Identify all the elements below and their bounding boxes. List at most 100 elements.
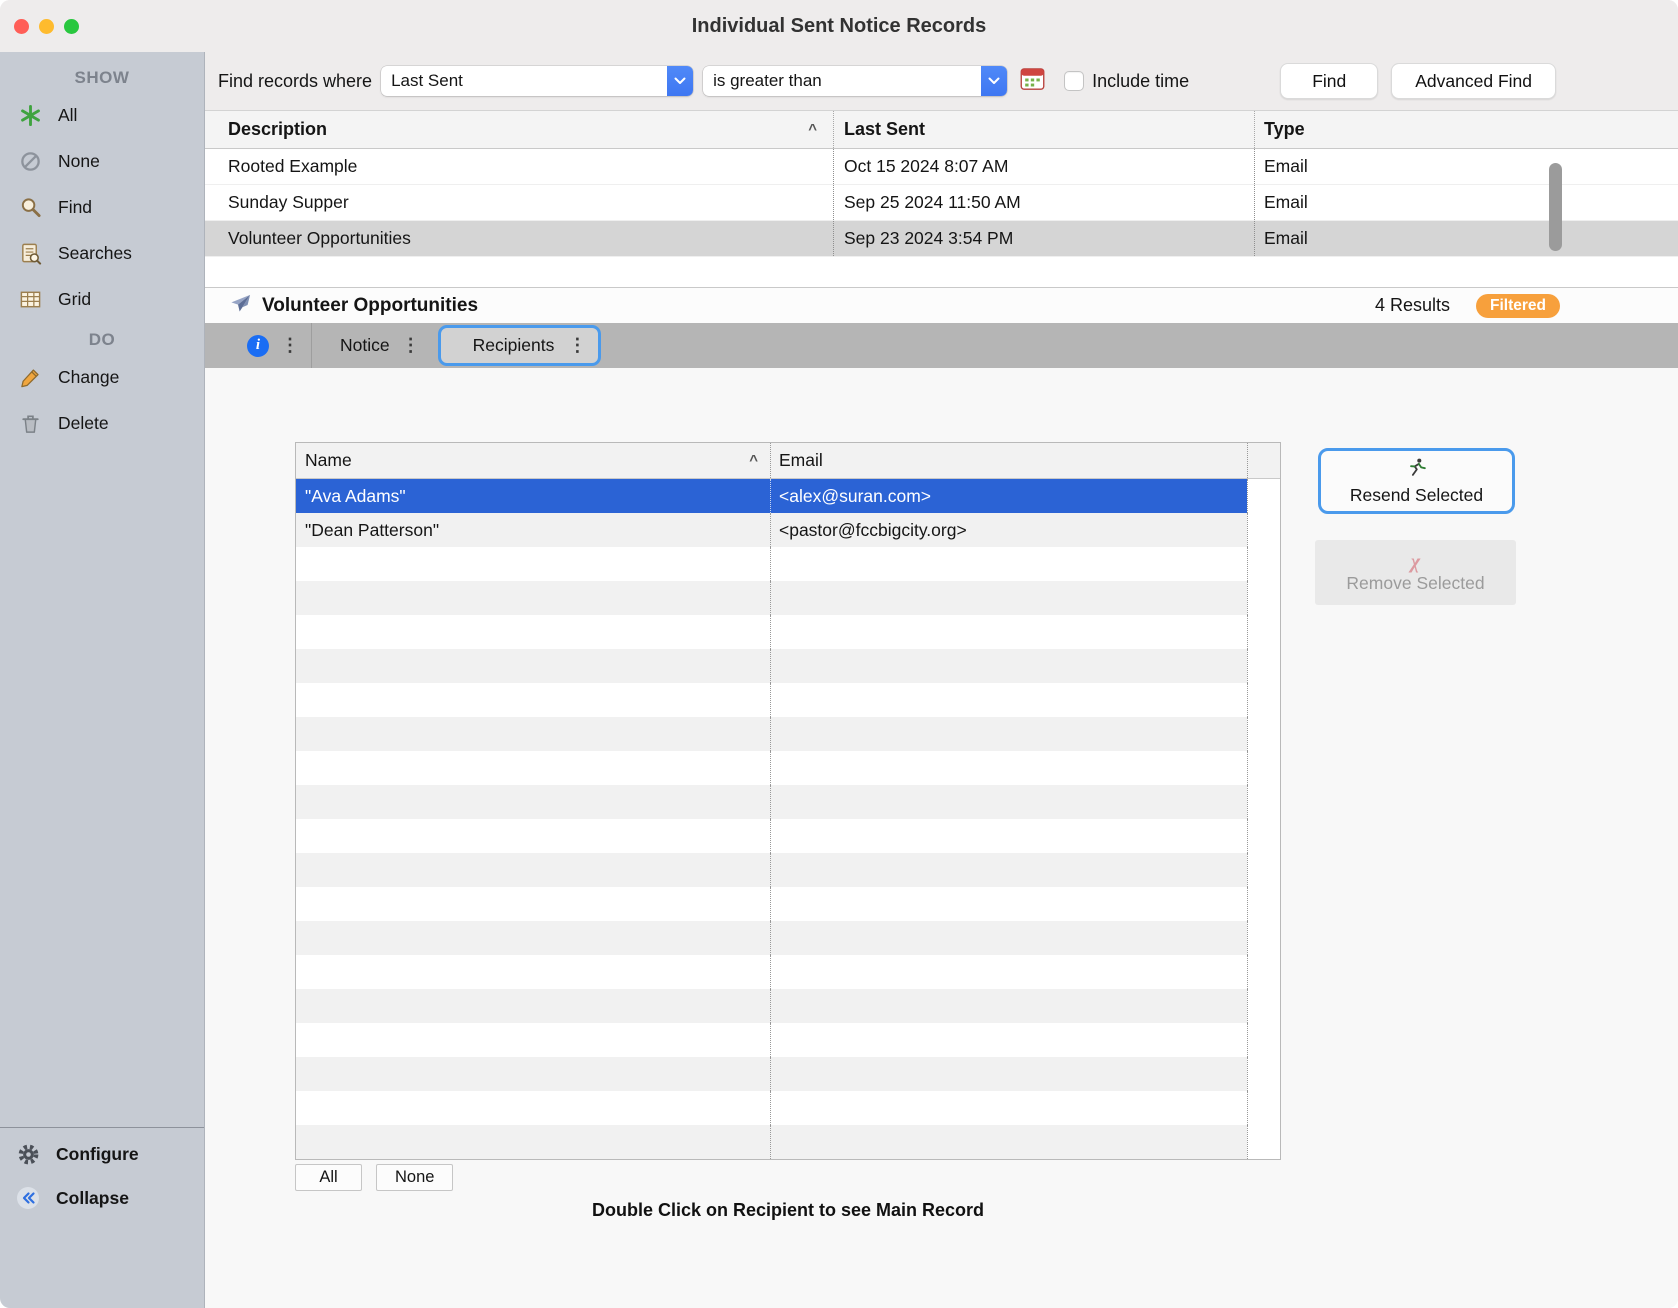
searches-icon	[17, 241, 43, 265]
column-header-type[interactable]: Type	[1254, 111, 1678, 148]
recipient-row-empty	[296, 547, 1280, 581]
sidebar-item-label: Searches	[58, 243, 132, 264]
sidebar-item-grid[interactable]: Grid	[0, 276, 204, 322]
record-description: Sunday Supper	[205, 185, 833, 220]
records-scrollbar-thumb[interactable]	[1549, 163, 1562, 251]
row-gutter	[1247, 581, 1280, 615]
column-header-name[interactable]: Name ^	[296, 443, 770, 478]
tab-recipients[interactable]: Recipients ⋮	[438, 325, 602, 366]
recipient-email	[770, 1125, 1247, 1159]
advanced-find-button[interactable]: Advanced Find	[1391, 63, 1556, 99]
app-window: Individual Sent Notice Records SHOW All …	[0, 0, 1678, 1308]
recipient-row-empty	[296, 785, 1280, 819]
recipient-name	[296, 751, 770, 785]
sidebar-item-find[interactable]: Find	[0, 184, 204, 230]
calendar-icon	[1019, 65, 1046, 97]
filtered-badge: Filtered	[1476, 294, 1560, 318]
resend-selected-button[interactable]: Resend Selected	[1318, 448, 1515, 514]
sidebar-item-label: Find	[58, 197, 92, 218]
sidebar-item-searches[interactable]: Searches	[0, 230, 204, 276]
trash-icon	[17, 411, 43, 435]
record-type: Email	[1254, 185, 1678, 220]
row-gutter	[1247, 989, 1280, 1023]
zoom-button[interactable]	[64, 19, 79, 34]
record-row[interactable]: Volunteer OpportunitiesSep 23 2024 3:54 …	[205, 221, 1678, 257]
minimize-button[interactable]	[39, 19, 54, 34]
resend-selected-label: Resend Selected	[1350, 485, 1483, 506]
column-header-description[interactable]: Description ^	[205, 111, 833, 148]
record-type: Email	[1254, 149, 1678, 184]
vertical-ellipsis-icon: ⋮	[402, 335, 420, 356]
sidebar-item-collapse[interactable]: Collapse	[0, 1176, 204, 1220]
calendar-picker-button[interactable]	[1019, 65, 1046, 97]
remove-selected-button[interactable]: χ Remove Selected	[1315, 540, 1516, 605]
sidebar-footer: Configure Collapse	[0, 1127, 204, 1308]
sidebar-item-label: Change	[58, 367, 119, 388]
record-row[interactable]: Rooted ExampleOct 15 2024 8:07 AMEmail	[205, 149, 1678, 185]
detail-title: Volunteer Opportunities	[262, 295, 478, 317]
include-time-checkbox[interactable]	[1064, 71, 1084, 91]
sidebar-item-none[interactable]: None	[0, 138, 204, 184]
traffic-lights	[14, 19, 79, 34]
recipient-name	[296, 853, 770, 887]
recipient-email: <alex@suran.com>	[770, 479, 1247, 513]
operator-dropdown[interactable]: is greater than	[703, 66, 1007, 96]
row-gutter	[1247, 1057, 1280, 1091]
recipient-name	[296, 717, 770, 751]
select-all-button[interactable]: All	[295, 1164, 362, 1191]
tab-notice[interactable]: Notice	[340, 335, 390, 356]
recipient-name	[296, 649, 770, 683]
asterisk-icon	[17, 103, 43, 127]
records-table-body: Rooted ExampleOct 15 2024 8:07 AMEmailSu…	[205, 149, 1678, 257]
sort-ascending-icon: ^	[808, 121, 817, 138]
record-description: Rooted Example	[205, 149, 833, 184]
sidebar-item-label: Configure	[56, 1144, 139, 1165]
tab-separator	[311, 323, 312, 368]
recipient-email	[770, 819, 1247, 853]
select-none-button[interactable]: None	[376, 1164, 453, 1191]
recipient-row-empty	[296, 683, 1280, 717]
operator-dropdown-value: is greater than	[703, 71, 981, 91]
recipient-row-empty	[296, 989, 1280, 1023]
close-button[interactable]	[14, 19, 29, 34]
recipient-row-empty	[296, 921, 1280, 955]
sidebar-item-all[interactable]: All	[0, 92, 204, 138]
recipient-name	[296, 887, 770, 921]
sidebar-item-configure[interactable]: Configure	[0, 1132, 204, 1176]
recipient-row[interactable]: "Ava Adams"<alex@suran.com>	[296, 479, 1280, 513]
row-gutter	[1247, 1125, 1280, 1159]
gear-icon	[15, 1142, 41, 1166]
info-icon[interactable]: i	[247, 335, 269, 357]
row-gutter	[1247, 615, 1280, 649]
selection-buttons: All None	[295, 1164, 453, 1191]
find-button-label: Find	[1312, 71, 1346, 92]
recipient-email	[770, 1023, 1247, 1057]
column-header-last-sent[interactable]: Last Sent	[833, 111, 1254, 148]
runner-icon	[1406, 457, 1428, 484]
row-gutter	[1247, 955, 1280, 989]
row-gutter	[1247, 887, 1280, 921]
recipient-row-empty	[296, 887, 1280, 921]
recipient-row[interactable]: "Dean Patterson"<pastor@fccbigcity.org>	[296, 513, 1280, 547]
row-gutter	[1247, 479, 1280, 513]
field-dropdown[interactable]: Last Sent	[381, 66, 693, 96]
row-gutter	[1247, 683, 1280, 717]
remove-selected-label: Remove Selected	[1346, 573, 1484, 594]
recipient-name	[296, 615, 770, 649]
recipient-row-empty	[296, 615, 1280, 649]
window-title: Individual Sent Notice Records	[0, 15, 1678, 38]
tab-strip: i ⋮ Notice ⋮ Recipients ⋮	[205, 323, 1678, 368]
record-row[interactable]: Sunday SupperSep 25 2024 11:50 AMEmail	[205, 185, 1678, 221]
find-button[interactable]: Find	[1280, 63, 1378, 99]
record-last-sent: Sep 25 2024 11:50 AM	[833, 185, 1254, 220]
find-records-where-label: Find records where	[218, 71, 372, 92]
sidebar-item-change[interactable]: Change	[0, 354, 204, 400]
record-last-sent: Sep 23 2024 3:54 PM	[833, 221, 1254, 256]
recipient-email	[770, 649, 1247, 683]
recipient-row-empty	[296, 751, 1280, 785]
advanced-find-button-label: Advanced Find	[1415, 71, 1532, 92]
recipient-name	[296, 819, 770, 853]
column-header-email[interactable]: Email	[770, 443, 1247, 478]
recipient-name: "Dean Patterson"	[296, 513, 770, 547]
sidebar-item-delete[interactable]: Delete	[0, 400, 204, 446]
